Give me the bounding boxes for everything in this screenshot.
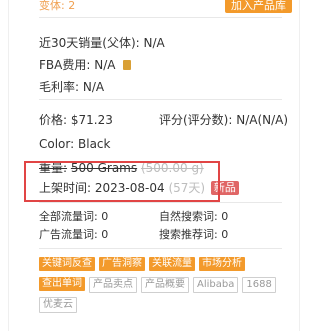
- rating-row: 评分(评分数): N/A(N/A): [159, 111, 288, 128]
- color-value: Black: [78, 137, 111, 151]
- top-strip: 变体: 2 加入产品库: [32, 0, 292, 14]
- tag-selling-points[interactable]: 产品卖点: [89, 277, 137, 293]
- calculator-icon[interactable]: [123, 60, 132, 70]
- color-label: Color:: [39, 137, 75, 151]
- ad-traffic-value[interactable]: 0: [101, 228, 108, 241]
- product-card: 变体: 2 加入产品库 近30天销量(父体): N/A FBA费用: N/A 毛…: [8, 0, 300, 331]
- tag-alibaba[interactable]: Alibaba: [193, 277, 239, 293]
- fba-row: FBA费用: N/A: [39, 56, 132, 73]
- natural-search-value[interactable]: 0: [221, 210, 228, 223]
- tag-keyword-reverse[interactable]: 关键词反查: [39, 257, 95, 271]
- add-to-library-button[interactable]: 加入产品库: [225, 0, 292, 13]
- fba-label: FBA费用:: [39, 58, 91, 72]
- divider: [39, 17, 282, 18]
- price-label: 价格:: [39, 113, 68, 127]
- all-traffic-stat: 全部流量词: 0: [39, 208, 108, 224]
- search-recommend-label: 搜索推荐词:: [159, 228, 218, 241]
- margin-label: 毛利率:: [39, 80, 80, 94]
- tag-row-3: 优麦云: [39, 297, 77, 313]
- all-traffic-value[interactable]: 0: [101, 210, 108, 223]
- natural-search-label: 自然搜索词:: [159, 210, 218, 223]
- tag-row-1: 关键词反查 广告洞察 关联流量 市场分析: [39, 257, 245, 273]
- tag-ad-insight[interactable]: 广告洞察: [99, 257, 145, 271]
- tag-1688[interactable]: 1688: [242, 277, 276, 293]
- sales-label: 近30天销量(父体):: [39, 36, 140, 50]
- search-recommend-value[interactable]: 0: [221, 228, 228, 241]
- margin-row: 毛利率: N/A: [39, 78, 104, 95]
- sales-value: N/A: [143, 36, 165, 50]
- divider: [39, 99, 282, 100]
- launch-highlight-box: [24, 161, 220, 202]
- sales-row: 近30天销量(父体): N/A: [39, 34, 165, 51]
- tag-row-2: 查出单词 产品卖点 产品概要 Alibaba 1688: [39, 277, 276, 293]
- color-row: Color: Black: [39, 137, 110, 151]
- natural-search-stat: 自然搜索词: 0: [159, 208, 228, 224]
- tag-youmaiyun[interactable]: 优麦云: [39, 297, 77, 313]
- ad-traffic-stat: 广告流量词: 0: [39, 226, 108, 242]
- tag-market-analysis[interactable]: 市场分析: [199, 257, 245, 271]
- rating-value: N/A(N/A): [236, 113, 289, 127]
- tag-related-traffic[interactable]: 关联流量: [149, 257, 195, 271]
- margin-value: N/A: [82, 80, 105, 94]
- divider: [39, 202, 282, 203]
- ad-traffic-label: 广告流量词:: [39, 228, 98, 241]
- price-value: $71.23: [70, 113, 113, 127]
- tag-find-orders[interactable]: 查出单词: [39, 277, 85, 291]
- fba-value: N/A: [94, 58, 116, 72]
- search-recommend-stat: 搜索推荐词: 0: [159, 226, 228, 242]
- variant-text: 变体: 2: [39, 0, 76, 12]
- all-traffic-label: 全部流量词:: [39, 210, 98, 223]
- divider: [39, 248, 282, 249]
- price-row: 价格: $71.23: [39, 111, 113, 128]
- tag-product-summary[interactable]: 产品概要: [141, 277, 189, 293]
- rating-label: 评分(评分数):: [159, 113, 233, 127]
